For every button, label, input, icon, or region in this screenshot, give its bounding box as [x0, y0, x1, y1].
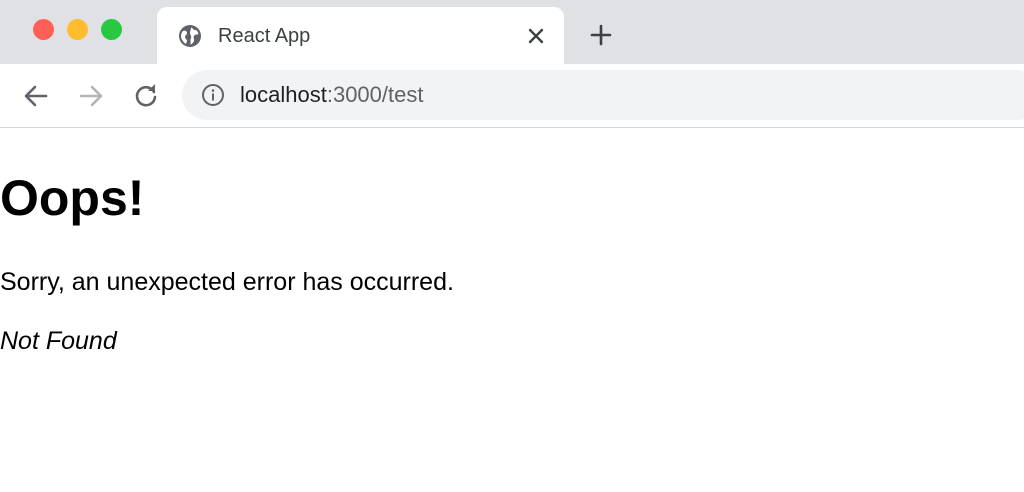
browser-toolbar: localhost:3000/test [0, 64, 1024, 128]
url-path: :3000/test [326, 82, 424, 107]
url-host: localhost [240, 82, 327, 107]
window-close-button[interactable] [33, 19, 54, 40]
error-heading: Oops! [0, 170, 145, 226]
globe-icon [179, 25, 201, 47]
close-icon[interactable] [525, 25, 547, 47]
arrow-right-icon[interactable] [76, 81, 106, 111]
window-minimize-button[interactable] [67, 19, 88, 40]
plus-icon[interactable] [588, 22, 614, 48]
error-status-text: Not Found [0, 327, 117, 355]
arrow-left-icon[interactable] [21, 81, 51, 111]
url-text[interactable]: localhost:3000/test [240, 82, 423, 108]
window-maximize-button[interactable] [101, 19, 122, 40]
address-bar[interactable]: localhost:3000/test [182, 70, 1024, 120]
tab-title: React App [218, 25, 311, 47]
info-icon[interactable] [201, 83, 225, 107]
browser-window: React App localhost:3000/test Oops! Sorr… [0, 0, 1024, 492]
tab-react-app[interactable]: React App [157, 7, 564, 64]
tab-strip: React App [0, 0, 1024, 64]
error-message: Sorry, an unexpected error has occurred. [0, 268, 454, 296]
page-content: Oops! Sorry, an unexpected error has occ… [0, 128, 1024, 492]
reload-icon[interactable] [131, 81, 161, 111]
